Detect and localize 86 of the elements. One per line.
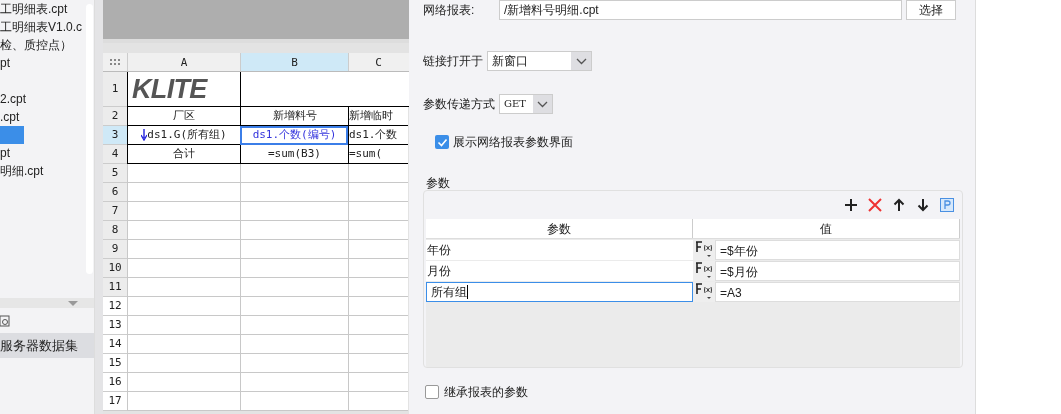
up-arrow-icon[interactable]	[892, 198, 906, 212]
param-value-cell[interactable]: =A3	[715, 282, 960, 302]
grid-cell[interactable]: ds1.G(所有组)	[127, 126, 240, 145]
caret-icon	[575, 57, 587, 65]
file-item[interactable]: pt	[0, 54, 10, 72]
cell-text: 新增临时	[349, 107, 393, 124]
grid-cell[interactable]: KLITE	[127, 72, 240, 107]
param-value-cell[interactable]: =$年份	[715, 240, 960, 260]
parameter-p-icon[interactable]	[940, 198, 954, 212]
grid-cell[interactable]: 新增料号	[240, 107, 348, 126]
param-name-cell[interactable]: 年份	[426, 240, 693, 260]
splitter[interactable]	[95, 0, 103, 414]
grid-cell[interactable]: ds1.个数	[348, 126, 408, 145]
cell-text: =sum(B3)	[268, 145, 321, 162]
triangle-icon	[68, 300, 78, 306]
section-title: 参数	[426, 176, 450, 190]
cell-text: =sum(	[349, 145, 383, 162]
cell-text: ds1.G(所有组)	[147, 126, 227, 143]
file-item[interactable]: 明细.cpt	[0, 162, 44, 180]
file-item[interactable]: 2.cpt	[0, 90, 26, 108]
file-item[interactable]: 工明细表V1.0.c	[0, 18, 83, 36]
file-item[interactable]	[0, 126, 24, 144]
field-label: 网络报表:	[423, 2, 476, 19]
dataset-item[interactable]: 服务器数据集	[0, 333, 94, 358]
row-header[interactable]: 5	[103, 164, 127, 183]
param-name-field[interactable]: 所有组	[426, 282, 693, 302]
cell-text: 合计	[173, 145, 195, 162]
row-header[interactable]: 14	[103, 335, 127, 354]
grid-cell[interactable]: 新增临时	[348, 107, 408, 126]
file-item[interactable]: 检、质控点）	[0, 36, 72, 54]
cell-text: ds1.个数	[349, 126, 398, 143]
row-header[interactable]: 3	[103, 126, 127, 145]
expand-arrow-icon	[141, 129, 148, 141]
column-header[interactable]: C	[348, 53, 408, 71]
formula-icon[interactable]	[694, 261, 714, 279]
method-dropdown[interactable]: GET	[499, 94, 553, 114]
cell-text: ds1.个数(编号)	[252, 126, 337, 143]
checkbox[interactable]	[425, 385, 439, 399]
row-header[interactable]: 2	[103, 107, 127, 126]
row-header[interactable]: 8	[103, 221, 127, 240]
row-header[interactable]: 10	[103, 259, 127, 278]
column-header[interactable]: B	[240, 53, 348, 71]
grid-cell[interactable]	[240, 72, 409, 107]
cell-text: 厂区	[173, 107, 195, 124]
formula-icon[interactable]	[694, 282, 714, 300]
param-name-cell[interactable]: 月份	[426, 261, 693, 281]
field-label: 参数传递方式	[423, 96, 495, 113]
cell-text: 新增料号	[272, 107, 317, 124]
row-header[interactable]: 12	[103, 297, 127, 316]
file-item[interactable]: 工明细表.cpt	[0, 0, 68, 18]
grid-cell[interactable]: =sum(B3)	[240, 145, 348, 164]
report-path-field[interactable]: /新增料号明细.cpt	[499, 0, 902, 20]
row-header[interactable]: 6	[103, 183, 127, 202]
grid-cell[interactable]: ds1.个数(编号)	[240, 126, 348, 145]
row-header[interactable]: 9	[103, 240, 127, 259]
grid-cell[interactable]: =sum(	[348, 145, 408, 164]
file-item[interactable]: pt	[0, 144, 10, 162]
column-header[interactable]: 参数	[426, 219, 693, 238]
column-header[interactable]: 值	[693, 219, 960, 238]
choose-button[interactable]: 选择	[906, 0, 956, 20]
param-value-cell[interactable]: =$月份	[715, 261, 960, 281]
down-arrow-icon[interactable]	[916, 198, 930, 212]
add-icon[interactable]	[844, 198, 858, 212]
row-header[interactable]: 15	[103, 354, 127, 373]
row-header[interactable]: 17	[103, 392, 127, 411]
field-label: 链接打开于	[423, 53, 483, 70]
dataset-icon[interactable]	[0, 314, 10, 327]
logo: KLITE	[132, 75, 207, 103]
formula-icon[interactable]	[694, 240, 714, 258]
row-header[interactable]: 7	[103, 202, 127, 221]
grid-cell[interactable]: 厂区	[127, 107, 240, 126]
delete-icon[interactable]	[868, 198, 882, 212]
open-in-dropdown[interactable]: 新窗口	[487, 51, 592, 71]
scrollbar[interactable]	[85, 4, 93, 274]
row-header[interactable]: 13	[103, 316, 127, 335]
checkbox[interactable]	[435, 135, 449, 149]
checkbox-label: 继承报表的参数	[444, 384, 528, 401]
grid-icon[interactable]	[110, 58, 120, 66]
checkbox-label: 展示网络报表参数界面	[453, 134, 573, 151]
row-header[interactable]: 4	[103, 145, 127, 164]
caret-icon	[537, 100, 548, 108]
file-item[interactable]: .cpt	[0, 108, 20, 126]
row-header[interactable]: 16	[103, 373, 127, 392]
row-header[interactable]: 1	[103, 72, 127, 107]
grid-cell[interactable]: 合计	[127, 145, 240, 164]
row-header[interactable]: 11	[103, 278, 127, 297]
